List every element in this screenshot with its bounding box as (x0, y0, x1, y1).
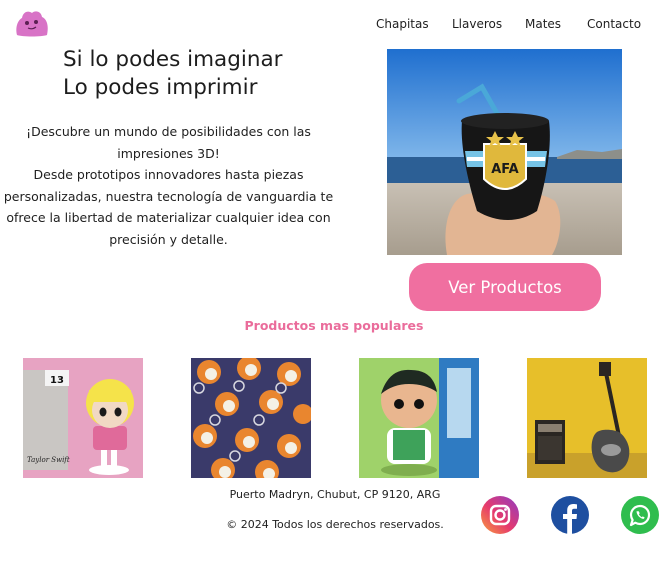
box-signature-text: Taylor Swift (27, 456, 70, 464)
nav-chapitas[interactable]: Chapitas (376, 17, 429, 31)
logo[interactable] (14, 8, 50, 38)
instagram-icon (481, 496, 519, 534)
hero-title-line-2: Lo podes imprimir (63, 75, 258, 100)
hero-description: ¡Descubre un mundo de posibilidades con … (0, 121, 337, 251)
nav-contacto[interactable]: Contacto (587, 17, 641, 31)
hero-desc-line: impresiones 3D! (117, 145, 220, 161)
hero-desc-line: personalizadas, nuestra tecnología de va… (3, 188, 334, 204)
product-card-figure[interactable]: 13 Taylor Swift (23, 358, 143, 478)
hero-desc-line: precisión y detalle. (109, 231, 228, 247)
footer-copyright: © 2024 Todos los derechos reservados. (226, 518, 444, 531)
nav-llaveros[interactable]: Llaveros (452, 17, 502, 31)
whatsapp-icon (621, 496, 659, 534)
footer-address: Puerto Madryn, Chubut, CP 9120, ARG (229, 488, 441, 501)
popular-products-title: Productos mas populares (244, 318, 424, 333)
whatsapp-link[interactable] (621, 496, 659, 534)
facebook-icon (551, 496, 589, 534)
hero-title-line-1: Si lo podes imaginar (63, 47, 283, 72)
box-number-text: 13 (50, 375, 64, 386)
product-card-keychains[interactable] (191, 358, 311, 478)
hero-title: Si lo podes imaginar Lo podes imprimir (63, 46, 282, 102)
product-card-funko[interactable] (359, 358, 479, 478)
instagram-link[interactable] (481, 496, 519, 534)
hero-mate-photo: AFA (387, 49, 622, 255)
facebook-link[interactable] (551, 496, 589, 534)
product-card-guitar[interactable] (527, 358, 647, 478)
logo-blob-icon (16, 11, 48, 37)
nav-mates[interactable]: Mates (525, 17, 561, 31)
hero-desc-line: Desde prototipos innovadores hasta pieza… (33, 167, 304, 183)
mate-shield-text: AFA (491, 162, 519, 177)
ver-productos-button[interactable]: Ver Productos (409, 263, 601, 311)
hero-desc-line: ¡Descubre un mundo de posibilidades con … (26, 124, 311, 139)
hero-desc-line: ofrece la libertad de materializar cualq… (6, 210, 331, 226)
